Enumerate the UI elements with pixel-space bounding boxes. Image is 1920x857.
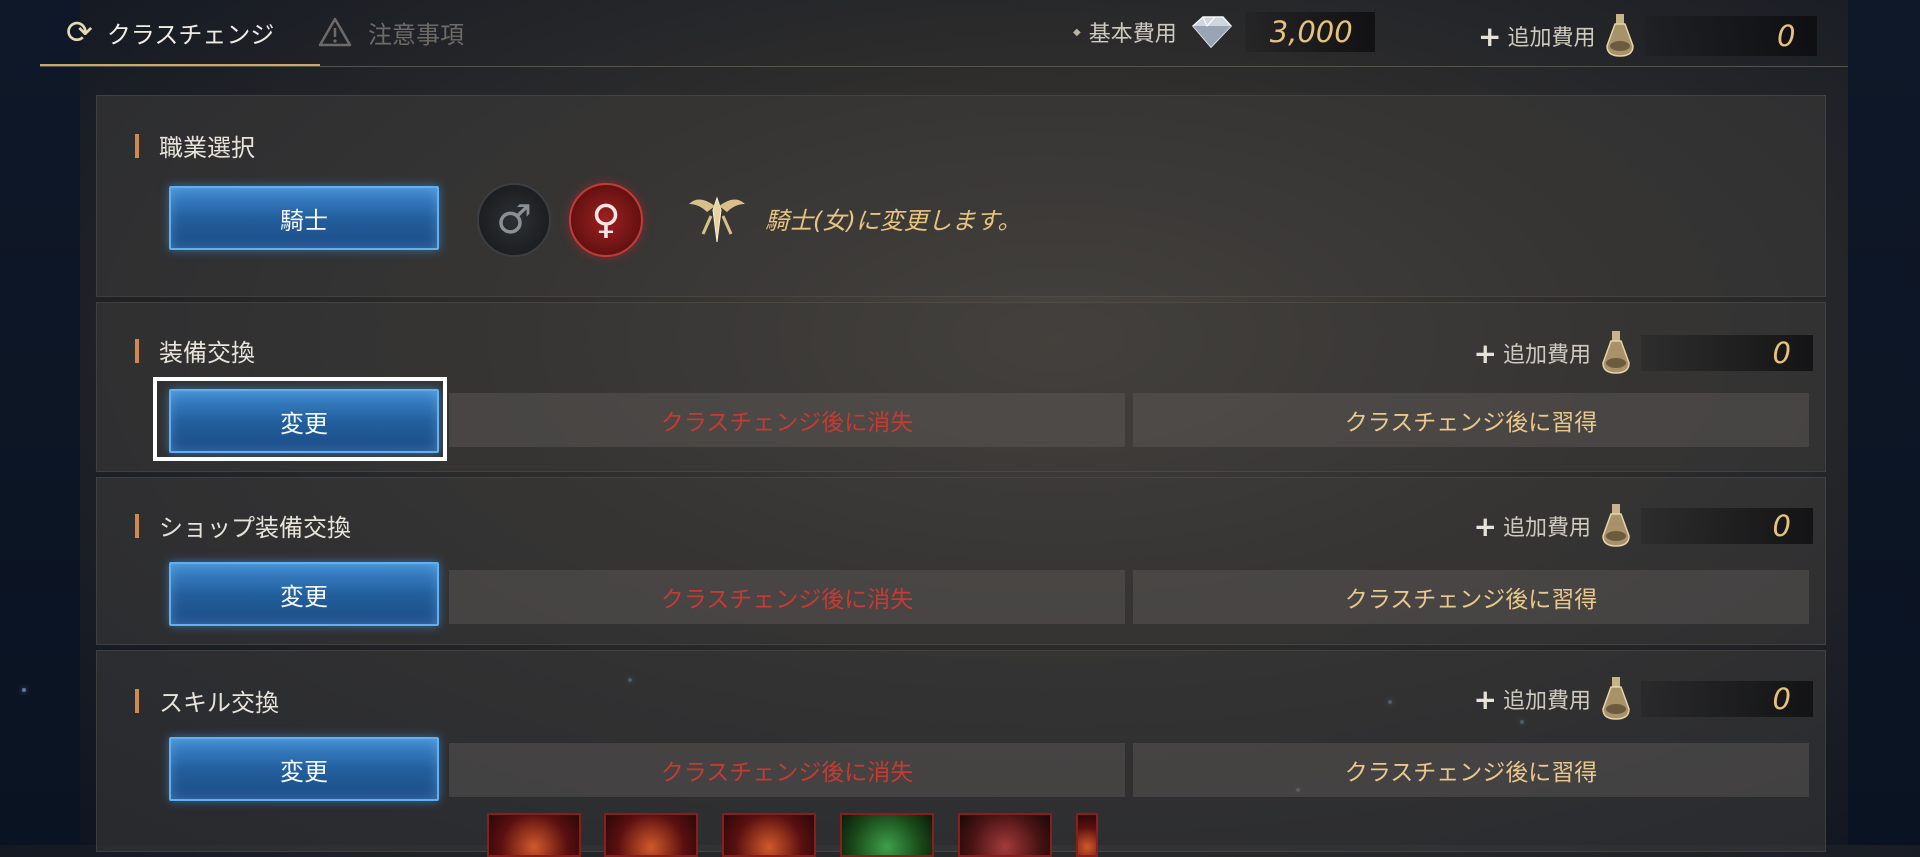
shop-equipment-title: ショップ装備交換 (135, 508, 351, 543)
shop-equipment-add-cost-label: 追加費用 (1502, 516, 1591, 541)
class-change-message-text: 騎士(女)に変更します。 (765, 206, 1022, 235)
female-icon: ♀ (591, 197, 621, 243)
base-cost: ◆ 基本費用 3,000 (1073, 12, 1375, 52)
shop-equipment-lose-list: クラスチェンジ後に消失 (449, 570, 1125, 624)
shop-equipment-add-cost-value: 0 (1641, 508, 1813, 544)
knight-class-emblem-icon (689, 196, 745, 243)
tab-notes-label: 注意事項 (368, 20, 464, 49)
shop-equipment-change-button[interactable]: 変更 (169, 562, 439, 626)
equipment-lose-list: クラスチェンジ後に消失 (449, 393, 1125, 447)
base-cost-label: 基本費用 (1088, 22, 1177, 47)
diamond-gem-icon (1191, 16, 1232, 49)
title-accent-bar (135, 133, 139, 158)
potion-flask-icon (1602, 331, 1630, 374)
title-accent-bar (135, 513, 139, 538)
tab-class-change-label: クラスチェンジ (106, 20, 275, 49)
refresh-icon: ⟳ (66, 13, 93, 51)
tab-class-change[interactable]: ⟳ クラスチェンジ (40, 0, 320, 66)
job-select-title-text: 職業選択 (159, 134, 255, 162)
shop-equipment-learn-list: クラスチェンジ後に習得 (1133, 570, 1809, 624)
header-add-cost: + 追加費用 0 (1478, 12, 1818, 60)
male-icon: ♂ (496, 197, 532, 243)
bullet-diamond-icon: ◆ (1073, 26, 1081, 38)
shop-equipment-add-cost: + 追加費用 0 (1474, 502, 1813, 550)
header-add-cost-label: 追加費用 (1507, 26, 1596, 51)
plus-icon: + (1473, 336, 1497, 370)
skill-exchange-title-text: スキル交換 (159, 689, 279, 717)
skill-slot-icon[interactable] (722, 813, 816, 857)
shop-equipment-title-text: ショップ装備交換 (159, 514, 351, 542)
left-backdrop (0, 0, 80, 845)
equipment-exchange-title: 装備交換 (135, 333, 255, 368)
header-add-cost-value: 0 (1645, 16, 1818, 56)
skill-change-button[interactable]: 変更 (169, 737, 439, 801)
job-select-title: 職業選択 (135, 128, 255, 163)
skill-slot-icon[interactable] (958, 813, 1052, 857)
warning-icon (318, 17, 352, 47)
plus-icon: + (1473, 682, 1497, 716)
potion-flask-icon (1602, 677, 1630, 720)
skill-slot-icon[interactable] (487, 813, 581, 857)
equipment-add-cost-label: 追加費用 (1502, 343, 1591, 368)
skill-slot-icon[interactable] (604, 813, 698, 857)
title-accent-bar (135, 688, 139, 713)
plus-icon: + (1473, 509, 1497, 543)
class-change-message: 騎士(女)に変更します。 (685, 190, 1021, 246)
skill-add-cost: + 追加費用 0 (1474, 675, 1813, 723)
skill-add-cost-label: 追加費用 (1502, 689, 1591, 714)
skill-add-cost-value: 0 (1641, 681, 1813, 717)
equipment-learn-list: クラスチェンジ後に習得 (1133, 393, 1809, 447)
sparkle (22, 688, 26, 692)
tab-notes[interactable]: 注意事項 (318, 0, 464, 64)
plus-icon: + (1478, 19, 1502, 53)
female-gender-button[interactable]: ♀ (569, 183, 643, 257)
title-accent-bar (135, 338, 139, 363)
skill-lose-list: クラスチェンジ後に消失 (449, 743, 1125, 797)
equipment-exchange-title-text: 装備交換 (159, 339, 255, 367)
focus-highlight (153, 377, 447, 461)
equipment-add-cost: + 追加費用 0 (1474, 329, 1813, 377)
job-select-panel: 職業選択 騎士 ♂ ♀ 騎士(女)に変更します。 (96, 95, 1826, 297)
skill-slot-icon[interactable] (1076, 813, 1098, 857)
skill-slot-icon[interactable] (840, 813, 934, 857)
class-select-button[interactable]: 騎士 (169, 186, 439, 250)
right-backdrop (1848, 0, 1920, 845)
skill-exchange-title: スキル交換 (135, 683, 279, 718)
equipment-add-cost-value: 0 (1641, 335, 1813, 371)
shop-equipment-exchange-panel: ショップ装備交換 + 追加費用 0 変更 クラスチェンジ後に消失 クラスチェンジ… (96, 477, 1826, 645)
skill-learn-list: クラスチェンジ後に習得 (1133, 743, 1809, 797)
male-gender-button[interactable]: ♂ (477, 183, 551, 257)
potion-flask-icon (1602, 504, 1630, 547)
base-cost-value: 3,000 (1244, 12, 1375, 52)
potion-flask-icon (1606, 14, 1635, 57)
